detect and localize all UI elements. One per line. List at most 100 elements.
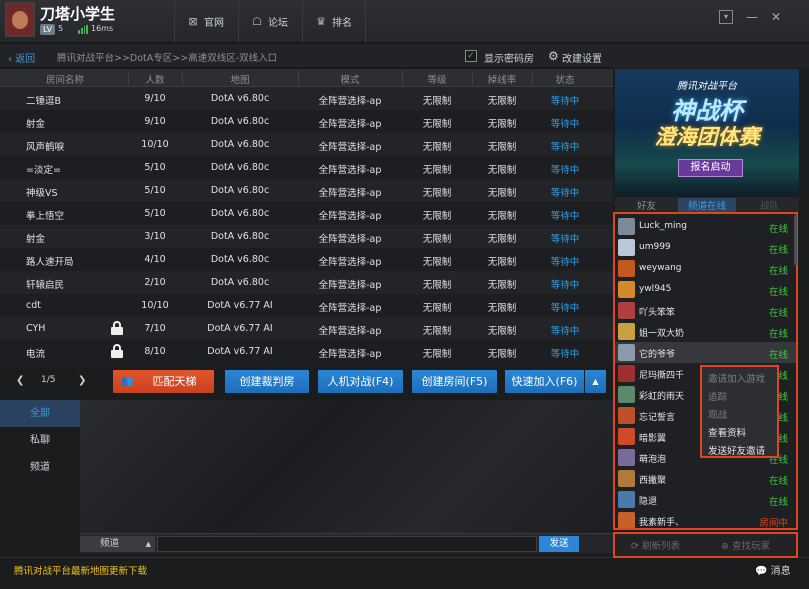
ping-value: 16ms (91, 24, 114, 33)
col-drop-rate[interactable]: 掉线率 (472, 72, 532, 86)
event-banner[interactable]: 腾讯对战平台 神战杯 澄海团体赛 报名启动 (615, 69, 799, 196)
table-row[interactable]: 二锤逗B 9/10 DotA v6.80c 全阵营选择-ap 无限制 无限制 等待中 (0, 87, 613, 110)
minimize-icon[interactable]: — (745, 10, 759, 24)
player-list-item[interactable]: Luck_ming 在线 (615, 216, 796, 237)
menu-invite-game[interactable]: 邀请加入游戏 (708, 371, 765, 385)
chat-tab-private[interactable]: 私聊 (0, 427, 80, 454)
vs-ai-button[interactable]: 人机对战(F4) (318, 370, 403, 393)
cell-status: 等待中 (550, 349, 580, 360)
cell-name: 电流 (26, 349, 46, 360)
nav-official-site-label: 官网 (204, 17, 224, 29)
nav-forum[interactable]: ☖ 论坛 (250, 12, 288, 30)
banner-signup-button[interactable]: 报名启动 (678, 159, 743, 177)
player-avatar (618, 407, 635, 424)
find-player-button[interactable]: ⊕ 查找玩家 (721, 538, 770, 552)
chat-tab-all[interactable]: 全部 (0, 400, 80, 427)
cell-mode: 全阵营选择-ap (318, 142, 382, 153)
cell-map: DotA v6.80c (210, 231, 270, 242)
cell-name: 神级VS (26, 188, 58, 199)
cell-mode: 全阵营选择-ap (318, 349, 382, 360)
next-page-icon[interactable]: ❯ (78, 375, 86, 386)
col-map[interactable]: 地图 (182, 72, 298, 86)
player-list-item[interactable]: um999 在线 (615, 237, 796, 258)
table-row[interactable]: 拳上悟空 5/10 DotA v6.80c 全阵营选择-ap 无限制 无限制 等待中 (0, 202, 613, 225)
table-row[interactable]: cdt 10/10 DotA v6.77 AI 全阵营选择-ap 无限制 无限制 等待中 (0, 294, 613, 317)
cell-drop: 无限制 (487, 96, 517, 107)
chat-message-area[interactable] (80, 400, 613, 533)
gear-icon[interactable]: ⚙ (548, 49, 559, 63)
cell-map: DotA v6.77 AI (207, 346, 273, 357)
tab-channel-online[interactable]: 频道在线 (678, 198, 737, 212)
table-row[interactable]: 射金 9/10 DotA v6.80c 全阵营选择-ap 无限制 无限制 等待中 (0, 110, 613, 133)
cell-count: 10/10 (141, 300, 169, 311)
tab-team[interactable]: 战队 (760, 198, 779, 212)
tab-friends[interactable]: 好友 (637, 198, 656, 212)
show-password-rooms-checkbox[interactable]: ✓ (465, 50, 477, 62)
player-list-item[interactable]: 它的爷爷 在线 (615, 342, 796, 363)
messages-button[interactable]: 💬 消息 (755, 562, 791, 577)
cell-map: DotA v6.80c (210, 208, 270, 219)
menu-dropdown-icon[interactable]: ▾ (719, 10, 733, 24)
close-icon[interactable]: ✕ (769, 10, 783, 24)
room-table: 二锤逗B 9/10 DotA v6.80c 全阵营选择-ap 无限制 无限制 等待中 射金 9/… (0, 87, 613, 363)
nav-ranking[interactable]: ♛ 排名 (314, 12, 352, 30)
nav-divider (365, 0, 366, 43)
chat-tab-channel[interactable]: 频道 (0, 454, 80, 481)
table-row[interactable]: 风声鹤唳 10/10 DotA v6.80c 全阵营选择-ap 无限制 无限制 等待中 (0, 133, 613, 156)
cell-count: 9/10 (144, 93, 166, 104)
chat-bubble-icon: 💬 (755, 566, 768, 577)
send-button[interactable]: 发送 (539, 536, 579, 552)
avatar[interactable] (5, 2, 35, 37)
menu-spectate[interactable]: 观战 (708, 407, 727, 421)
table-row[interactable]: 射金 3/10 DotA v6.80c 全阵营选择-ap 无限制 无限制 等待中 (0, 225, 613, 248)
cell-map: DotA v6.77 AI (207, 323, 273, 334)
edit-settings-link[interactable]: 改建设置 (562, 50, 602, 65)
table-row[interactable]: 路人速开局 4/10 DotA v6.80c 全阵营选择-ap 无限制 无限制 等待中 (0, 248, 613, 271)
player-list-item[interactable]: ywl945 在线 (615, 279, 796, 300)
cell-level: 无限制 (422, 326, 452, 337)
col-mode[interactable]: 模式 (298, 72, 402, 86)
cell-name: 二锤逗B (26, 96, 62, 107)
prev-page-icon[interactable]: ❮ (16, 375, 24, 386)
menu-track[interactable]: 追踪 (708, 389, 727, 403)
cell-name: CYH (26, 323, 46, 334)
cell-drop: 无限制 (487, 211, 517, 222)
list-scrollbar[interactable] (794, 215, 797, 265)
table-row[interactable]: 神级VS 5/10 DotA v6.80c 全阵营选择-ap 无限制 无限制 等待中 (0, 179, 613, 202)
create-referee-room-button[interactable]: 创建裁判房 (225, 370, 309, 393)
create-room-button[interactable]: 创建房间(F5) (412, 370, 497, 393)
lock-icon (111, 344, 123, 358)
player-list-item[interactable]: 西撇聚 在线 (615, 468, 796, 489)
table-row[interactable]: CYH 7/10 DotA v6.77 AI 全阵营选择-ap 无限制 无限制 等待中 (0, 317, 613, 340)
refresh-list-button[interactable]: ⟳ 刷新列表 (631, 538, 680, 552)
col-room-name[interactable]: 房间名称 (30, 72, 100, 86)
quick-join-button[interactable]: 快速加入(F6) (505, 370, 584, 393)
table-row[interactable]: =淡定= 5/10 DotA v6.80c 全阵营选择-ap 无限制 无限制 等待中 (0, 156, 613, 179)
player-list-item[interactable]: weywang 在线 (615, 258, 796, 279)
menu-send-friend-request[interactable]: 发送好友邀请 (708, 443, 765, 457)
player-list-item[interactable]: 我素新手、 房间中 (615, 510, 796, 528)
chat-input-bar: 频道 发送 (80, 533, 613, 553)
cell-count: 8/10 (144, 346, 166, 357)
table-row[interactable]: 电流 8/10 DotA v6.77 AI 全阵营选择-ap 无限制 无限制 等待中 (0, 340, 613, 363)
back-button[interactable]: ‹ 返回 (8, 50, 35, 65)
nav-divider (174, 0, 175, 43)
player-list-item[interactable]: 隐退 在线 (615, 489, 796, 510)
nav-official-site[interactable]: ⊠ 官网 (186, 12, 224, 30)
cell-drop: 无限制 (487, 349, 517, 360)
col-level[interactable]: 等级 (402, 72, 472, 86)
player-list-item[interactable]: 姐一双大奶 在线 (615, 321, 796, 342)
cell-mode: 全阵营选择-ap (318, 211, 382, 222)
channel-select[interactable]: 频道 (80, 536, 155, 552)
col-status[interactable]: 状态 (532, 72, 598, 86)
menu-view-profile[interactable]: 查看资料 (708, 425, 746, 439)
col-player-count[interactable]: 人数 (128, 72, 182, 86)
match-ladder-button[interactable]: 👥 匹配天梯 (113, 370, 214, 393)
player-list-item[interactable]: 吖头笨笨 在线 (615, 300, 796, 321)
quick-join-dropdown-icon[interactable]: ▲ (585, 370, 606, 393)
news-link[interactable]: 腾讯对战平台最新地图更新下载 (14, 563, 147, 577)
title-bar: 刀塔小学生 LV 5 16ms ⊠ 官网 ☖ 论坛 ♛ 排名 ▾ — ✕ (0, 0, 809, 43)
chat-input[interactable] (157, 536, 537, 552)
table-row[interactable]: 轩辕启民 2/10 DotA v6.80c 全阵营选择-ap 无限制 无限制 等待中 (0, 271, 613, 294)
search-icon: ⊕ (721, 541, 729, 552)
